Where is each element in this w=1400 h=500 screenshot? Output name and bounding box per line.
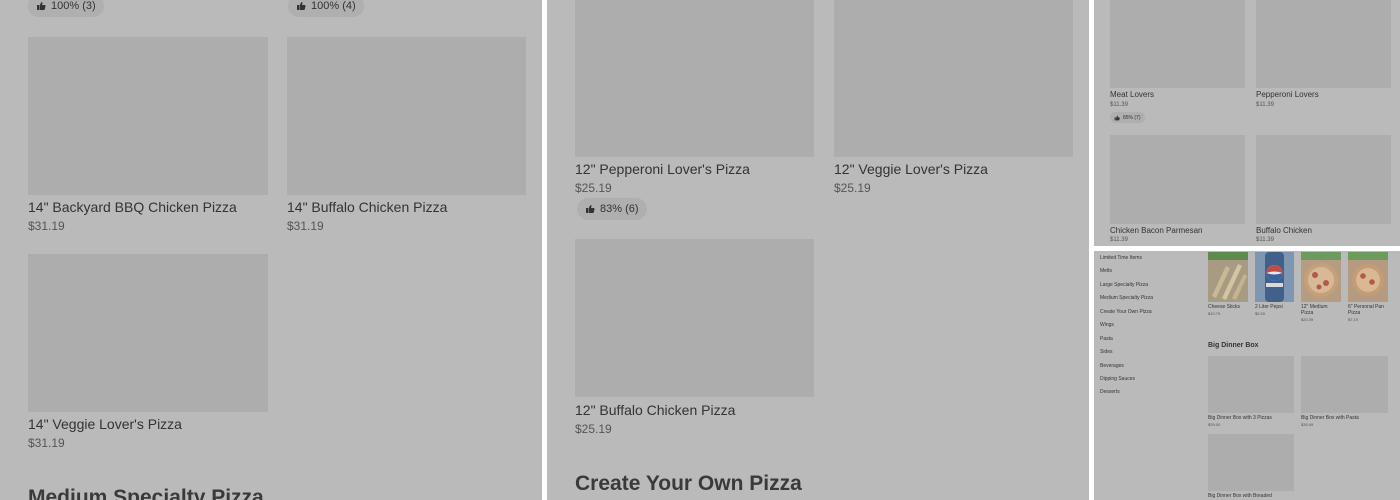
- item-image-placeholder[interactable]: [28, 37, 268, 195]
- menu-item-price: $25.19: [575, 422, 612, 436]
- section-heading: Create Your Own Pizza: [575, 472, 802, 495]
- rating-value: 83% (6): [600, 203, 639, 215]
- menu-item-price: $20.39: [1301, 317, 1314, 322]
- pepsi-bottle-image[interactable]: [1255, 252, 1294, 302]
- rating-pill: 100% (4): [288, 0, 364, 17]
- nav-item-sides[interactable]: Sides: [1100, 349, 1113, 355]
- nav-item-create-your-own[interactable]: Create Your Own Pizza: [1100, 309, 1152, 315]
- menu-item-name[interactable]: 6" Personal Pan Pizza: [1348, 304, 1388, 316]
- rating-value: 100% (3): [51, 0, 96, 12]
- menu-item-price: $31.19: [28, 436, 65, 450]
- nav-item-melts[interactable]: Melts: [1100, 268, 1112, 274]
- item-image-placeholder[interactable]: [1208, 356, 1294, 413]
- section-heading: Big Dinner Box: [1208, 342, 1259, 349]
- thumbs-up-icon: [297, 2, 306, 10]
- menu-item-name[interactable]: Buffalo Chicken: [1256, 226, 1312, 235]
- pizza-icon: [1348, 252, 1388, 296]
- item-image-placeholder[interactable]: [1208, 434, 1294, 491]
- rating-value: 100% (4): [311, 0, 356, 12]
- nav-item-dipping-sauces[interactable]: Dipping Sauces: [1100, 376, 1135, 382]
- thumbs-up-icon: [1114, 115, 1120, 120]
- thumbs-up-icon: [586, 205, 595, 213]
- item-image-placeholder[interactable]: [1301, 356, 1388, 413]
- nav-item-pasta[interactable]: Pasta: [1100, 336, 1113, 342]
- menu-item-name[interactable]: 12" Medium Pizza: [1301, 304, 1329, 316]
- menu-item-price: $11.39: [1110, 237, 1128, 243]
- menu-item-price: $31.19: [28, 219, 65, 233]
- rating-pill: 83% (6): [577, 198, 647, 220]
- nav-item-medium-specialty[interactable]: Medium Specialty Pizza: [1100, 295, 1153, 301]
- item-image-placeholder[interactable]: [1110, 0, 1245, 88]
- item-image-placeholder[interactable]: [1256, 135, 1391, 224]
- item-image-placeholder[interactable]: [287, 37, 526, 195]
- menu-item-name[interactable]: 2 Liter Pepsi: [1255, 304, 1299, 310]
- menu-item-name[interactable]: Meat Lovers: [1110, 90, 1154, 99]
- menu-item-price: $10.79: [1208, 311, 1221, 316]
- thumbs-up-icon: [37, 2, 46, 10]
- menu-item-price: $7.19: [1348, 317, 1359, 322]
- menu-item-name[interactable]: 12" Pepperoni Lover's Pizza: [575, 161, 750, 177]
- menu-item-price: $25.19: [834, 181, 871, 195]
- rating-pill: 85% (7): [1110, 112, 1145, 123]
- menu-item-name[interactable]: 14" Veggie Lover's Pizza: [28, 416, 182, 432]
- medium-pizza-image[interactable]: [1301, 252, 1341, 302]
- menu-item-name[interactable]: 12" Buffalo Chicken Pizza: [575, 402, 735, 418]
- nav-item-desserts[interactable]: Desserts: [1100, 389, 1120, 395]
- menu-item-name[interactable]: Big Dinner Box with Pasta: [1301, 415, 1359, 421]
- item-image-placeholder[interactable]: [1256, 0, 1391, 88]
- menu-panel-medium-specialty: 12" Pepperoni Lover's Pizza $25.19 83% (…: [547, 0, 1089, 500]
- personal-pan-pizza-image[interactable]: [1348, 252, 1388, 302]
- item-image-placeholder[interactable]: [1110, 135, 1245, 224]
- nav-item-large-specialty[interactable]: Large Specialty Pizza: [1100, 282, 1148, 288]
- pepsi-bottle-icon: [1255, 252, 1294, 302]
- menu-item-price: $11.39: [1256, 237, 1274, 243]
- menu-item-name[interactable]: 12" Veggie Lover's Pizza: [834, 161, 988, 177]
- menu-item-price: $25.19: [575, 181, 612, 195]
- menu-item-name[interactable]: Chicken Bacon Parmesan: [1110, 226, 1203, 235]
- menu-item-name[interactable]: 14" Backyard BBQ Chicken Pizza: [28, 199, 237, 215]
- cheese-sticks-icon: [1208, 252, 1248, 300]
- item-image-placeholder[interactable]: [28, 254, 268, 412]
- menu-item-name[interactable]: Big Dinner Box with 3 Pizzas: [1208, 415, 1272, 421]
- menu-panel-overview: Limited Time Items Melts Large Specialty…: [1094, 251, 1400, 500]
- nav-item-limited-time[interactable]: Limited Time Items: [1100, 255, 1142, 261]
- menu-item-price: $35.99: [1301, 422, 1314, 427]
- item-image-placeholder[interactable]: [575, 0, 814, 157]
- nav-item-wings[interactable]: Wings: [1100, 322, 1114, 328]
- cheese-sticks-image[interactable]: [1208, 252, 1248, 302]
- menu-item-name[interactable]: 14" Buffalo Chicken Pizza: [287, 199, 447, 215]
- section-heading: Medium Specialty Pizza: [28, 486, 264, 500]
- item-image-placeholder[interactable]: [575, 239, 814, 397]
- menu-panel-melts: Meat Lovers $11.39 85% (7) Pepperoni Lov…: [1094, 0, 1400, 246]
- menu-panel-large-specialty: 100% (3) 100% (4) 14" Backyard BBQ Chick…: [0, 0, 542, 500]
- menu-item-price: $5.59: [1255, 311, 1266, 316]
- menu-item-price: $39.00: [1208, 422, 1221, 427]
- rating-value: 85% (7): [1123, 114, 1141, 121]
- rating-pill: 100% (3): [28, 0, 104, 17]
- menu-item-name[interactable]: Cheese Sticks: [1208, 304, 1252, 310]
- pizza-icon: [1301, 252, 1341, 297]
- menu-item-price: $11.39: [1110, 102, 1128, 108]
- menu-item-name[interactable]: Big Dinner Box with Breaded: [1208, 493, 1272, 499]
- menu-item-price: $31.19: [287, 219, 324, 233]
- menu-item-name[interactable]: Pepperoni Lovers: [1256, 90, 1319, 99]
- item-image-placeholder[interactable]: [834, 0, 1073, 157]
- nav-item-beverages[interactable]: Beverages: [1100, 363, 1124, 369]
- menu-item-price: $11.39: [1256, 102, 1274, 108]
